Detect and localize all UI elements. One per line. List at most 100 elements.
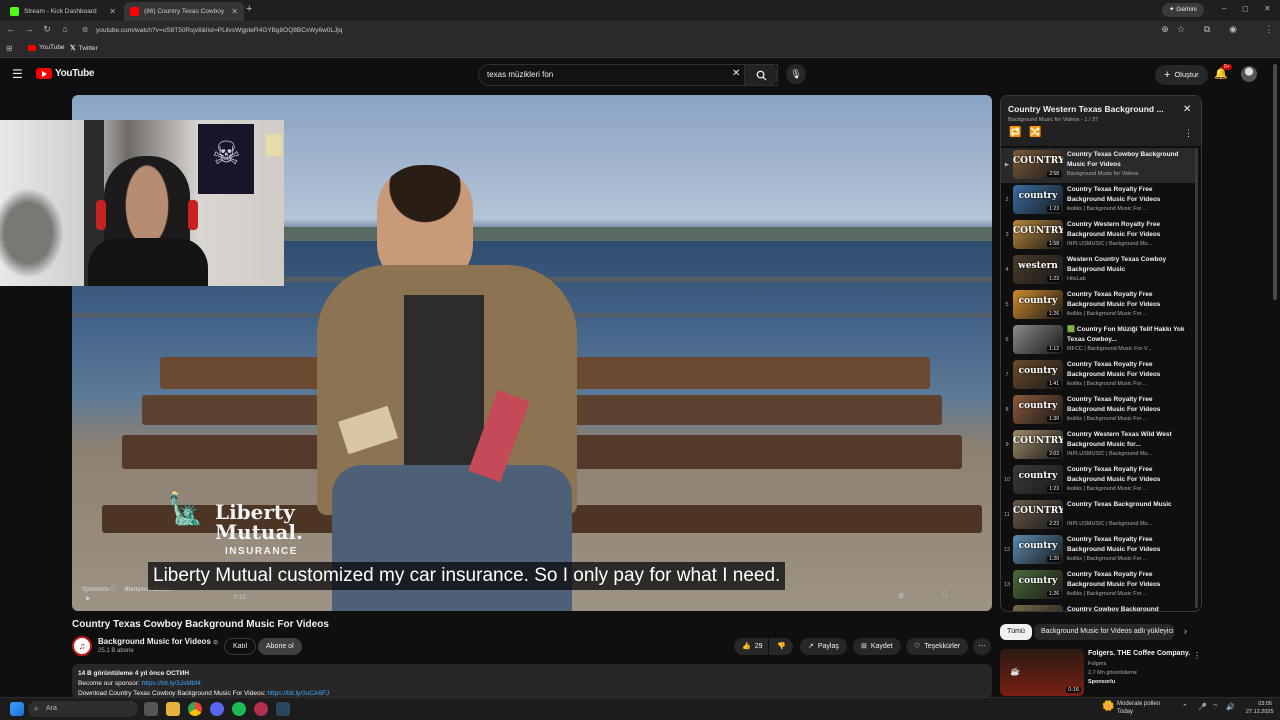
thanks-button[interactable]: ♡ Teşekkürler [906,638,969,655]
minimize-icon[interactable]: – [1222,4,1226,13]
playlist-item[interactable]: 12 country 1:20 Country Texas Royalty Free … [1001,533,1196,568]
fullscreen-icon[interactable]: ⛶ [942,592,947,600]
playlist-item-thumbnail[interactable]: country 1:23 [1013,465,1063,494]
playlist-item[interactable]: Country Cowboy Background [1001,603,1196,611]
playlist-item[interactable]: 11 COUNTRY 2:23 Country Texas Background Mu… [1001,498,1196,533]
install-icon[interactable]: ⊕ [1158,24,1172,35]
file-explorer-icon[interactable] [166,702,180,716]
chip-all[interactable]: Tümü [1000,624,1032,640]
playlist-item-thumbnail[interactable]: country 1:30 [1013,395,1063,424]
loop-icon[interactable]: 🔁 [1009,127,1021,138]
tab-kick-dashboard[interactable]: Stream - Kick Dashboard ✕ [4,2,122,21]
close-playlist-icon[interactable]: ✕ [1183,104,1191,115]
task-view-icon[interactable] [144,702,158,716]
avatar[interactable] [1241,66,1257,82]
tray-mic-icon[interactable]: 🎤 [1198,703,1207,711]
back-icon[interactable]: ← [4,24,18,34]
ad-thumbnail[interactable]: ☕ 0:16 [1000,649,1084,696]
playlist-item[interactable]: 3 COUNTRY 1:58 Country Western Royalty Free… [1001,218,1196,253]
playlist-item-thumbnail[interactable]: COUNTRY 1:58 [1013,220,1063,249]
spotify-icon[interactable] [232,702,246,716]
dislike-button[interactable]: 👎 [769,638,793,655]
play-control-icon[interactable]: ▶ [86,595,91,602]
maximize-icon[interactable]: ◻ [1242,4,1249,13]
home-icon[interactable]: ⌂ [58,24,72,34]
playlist-scrollbar[interactable] [1195,148,1198,608]
playlist-title[interactable]: Country Western Texas Background ... [1008,104,1164,114]
like-button[interactable]: 👍 29 [734,638,768,655]
extensions-icon[interactable]: ⧉ [1200,24,1214,35]
playlist-item-thumbnail[interactable]: country 1:26 [1013,290,1063,319]
forward-icon[interactable]: → [22,24,36,34]
close-tab-icon[interactable]: ✕ [231,7,238,16]
tray-chevron-icon[interactable]: ⌃ [1182,703,1188,711]
chips-next-icon[interactable]: › [1184,626,1187,636]
channel-name[interactable]: Background Music for Videos ⊙ [98,637,218,646]
playlist-item-thumbnail[interactable]: country 1:23 [1013,185,1063,214]
playlist-item[interactable]: 6 1:12 🟩 Country Fon Müziği Telif Hakkı Yo… [1001,323,1196,358]
profile-icon[interactable]: ◉ [1226,24,1240,35]
steam-icon[interactable] [276,702,290,716]
channel-avatar[interactable]: ♫ [72,636,92,656]
search-button[interactable] [744,64,778,86]
info-icon[interactable]: ⓘ [111,587,119,593]
youtube-logo[interactable]: YouTube [36,68,95,79]
bookmark-star-icon[interactable]: ☆ [1174,24,1188,35]
shuffle-icon[interactable]: 🔀 [1029,127,1041,138]
chip-uploader[interactable]: Background Music for Videos adlı yükleyi… [1034,624,1174,640]
playlist-item-thumbnail[interactable]: 1:12 [1013,325,1063,354]
voice-search-button[interactable]: 🎙 [786,64,806,84]
playlist-item[interactable]: 4 western 1:23 Western Country Texas Cowboy… [1001,253,1196,288]
url-field[interactable]: ⚙ youtube.com/watch?v=oS8T50Rsjv8&list=P… [78,24,1148,38]
wifi-icon[interactable]: ⌔ [1212,703,1219,712]
playlist-item-thumbnail[interactable]: country 1:26 [1013,570,1063,599]
subscribe-button[interactable]: Abone ol [258,638,302,655]
ad-title[interactable]: Folgers. THE Coffee Company. [1088,650,1190,657]
playlist-item[interactable]: 2 country 1:23 Country Texas Royalty Free B… [1001,183,1196,218]
playlist-menu-icon[interactable]: ⋮ [1184,128,1193,139]
discord-icon[interactable] [210,702,224,716]
weather-icon[interactable]: 🌼 [1102,701,1114,712]
more-actions-button[interactable]: ⋯ [973,638,991,655]
playlist-item-thumbnail[interactable]: COUNTRY 2:58 [1013,150,1063,179]
obs-icon[interactable] [254,702,268,716]
playlist-item[interactable]: 13 country 1:26 Country Texas Royalty Free … [1001,568,1196,603]
taskbar-search[interactable]: ⌕ Ara [28,701,138,717]
reload-icon[interactable]: ↻ [40,24,54,35]
clear-search-icon[interactable]: ✕ [732,68,740,79]
browser-menu-icon[interactable]: ⋮ [1262,24,1276,35]
playlist-item[interactable]: 9 COUNTRY 2:03 Country Western Texas Wild W… [1001,428,1196,463]
join-button[interactable]: Katıl [224,638,257,655]
sponsor-link[interactable]: https://bit.ly/3JsMbf4 [142,680,201,687]
close-tab-icon[interactable]: ✕ [109,7,116,16]
playlist-item-thumbnail[interactable]: COUNTRY 2:03 [1013,430,1063,459]
ad-menu-icon[interactable]: ⋮ [1193,651,1201,660]
bookmark-youtube[interactable]: YouTube [28,44,65,51]
playlist-item[interactable]: 7 country 1:41 Country Texas Royalty Free B… [1001,358,1196,393]
hamburger-menu-icon[interactable]: ☰ [12,67,23,81]
volume-icon[interactable]: 🔊 [1226,703,1235,711]
playlist-item-thumbnail[interactable]: western 1:23 [1013,255,1063,284]
create-button[interactable]: + Oluştur [1155,65,1208,85]
settings-gear-icon[interactable]: ⚙ [898,592,904,600]
notifications-button[interactable]: 🔔 9+ [1214,64,1232,80]
bookmark-twitter[interactable]: 𝕏 Twitter [70,44,98,53]
page-scrollbar[interactable] [1273,64,1277,300]
playlist-item-thumbnail[interactable]: country 1:20 [1013,535,1063,564]
tab-youtube-active[interactable]: (86) Country Texas Cowboy ✕ [124,2,244,21]
share-button[interactable]: ↗ Paylaş [800,638,847,655]
apps-grid-icon[interactable]: ⊞ [6,44,13,53]
description-box[interactable]: 14 B görüntüleme 4 yıl önce ОСТИН Become… [72,664,992,698]
gemini-button[interactable]: ✦ Gemini [1162,3,1204,17]
playlist-item[interactable]: 8 country 1:30 Country Texas Royalty Free B… [1001,393,1196,428]
weather-widget[interactable]: Moderate pollen Today [1117,700,1160,716]
clock[interactable]: 03:05 27.12.2025 [1246,700,1274,716]
playlist-item[interactable]: 10 country 1:23 Country Texas Royalty Free … [1001,463,1196,498]
playlist-item-thumbnail[interactable] [1013,605,1063,611]
windows-start-icon[interactable] [10,702,24,716]
close-window-icon[interactable]: ✕ [1264,4,1271,13]
chrome-icon[interactable] [188,702,202,716]
playlist-item[interactable]: 5 country 1:26 Country Texas Royalty Free B… [1001,288,1196,323]
save-button[interactable]: ⊞ Kaydet [853,638,901,655]
playlist-item[interactable]: ▶ COUNTRY 2:58 Country Texas Cowboy Backgro… [1001,148,1196,183]
